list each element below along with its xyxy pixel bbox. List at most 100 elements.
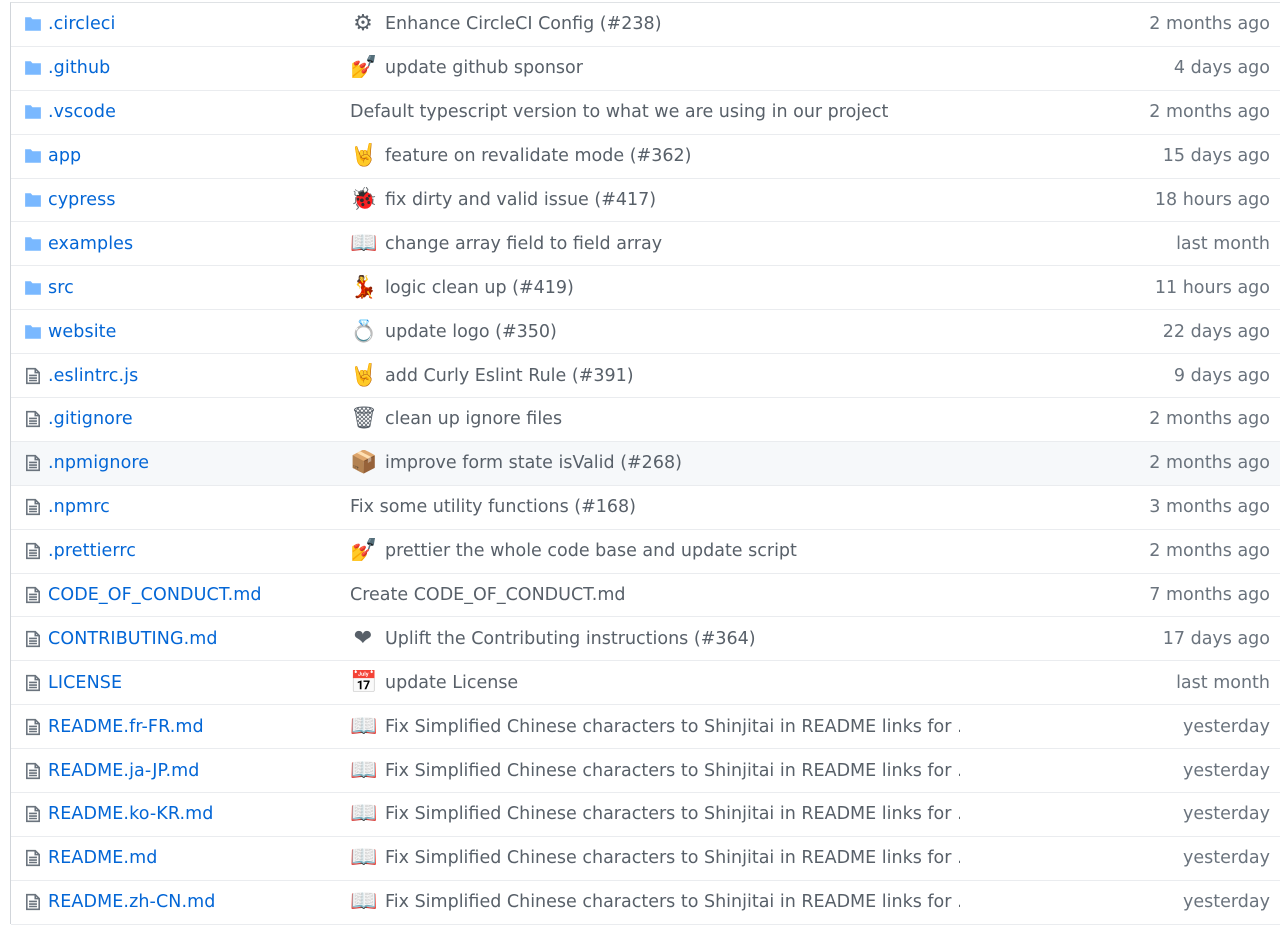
commit-message-text[interactable]: fix dirty and valid issue (#417) <box>385 190 656 210</box>
file-name-link[interactable]: .gitignore <box>48 409 133 429</box>
file-row[interactable]: README.md 📖 Fix Simplified Chinese charact… <box>11 837 1280 881</box>
commit-emoji-icon: 💅 <box>350 55 378 81</box>
file-row[interactable]: .github 💅 update github sponsor 4 days ago <box>11 47 1280 91</box>
commit-age: 2 months ago <box>1149 541 1270 562</box>
commit-message[interactable]: 📖 Fix Simplified Chinese characters to Sh… <box>350 758 960 784</box>
commit-message[interactable]: ❤ Uplift the Contributing instructions (#… <box>350 626 756 652</box>
commit-emoji-icon: 🤘 <box>350 143 378 169</box>
commit-message-text[interactable]: update github sponsor <box>385 58 583 78</box>
file-row[interactable]: README.zh-CN.md 📖 Fix Simplified Chinese c… <box>11 881 1280 925</box>
commit-message[interactable]: 📖 change array field to field array <box>350 231 662 257</box>
commit-message-text[interactable]: Create CODE_OF_CONDUCT.md <box>350 585 626 605</box>
commit-message-text[interactable]: improve form state isValid (#268) <box>385 453 682 473</box>
file-row[interactable]: .eslintrc.js 🤘 add Curly Eslint Rule (#391… <box>11 354 1280 399</box>
file-name-link[interactable]: .npmignore <box>48 453 149 473</box>
commit-message[interactable]: Fix some utility functions (#168) <box>350 497 636 517</box>
file-name-link[interactable]: .eslintrc.js <box>48 366 138 386</box>
commit-message-text[interactable]: Fix Simplified Chinese characters to Shi… <box>385 804 960 824</box>
file-name-link[interactable]: .prettierrc <box>48 541 136 561</box>
file-name-link[interactable]: README.fr-FR.md <box>48 717 204 737</box>
file-name-link[interactable]: .npmrc <box>48 497 110 517</box>
commit-message-text[interactable]: Uplift the Contributing instructions (#3… <box>385 629 756 649</box>
folder-icon <box>25 237 41 251</box>
commit-message[interactable]: ⚙ Enhance CircleCI Config (#238) <box>350 11 662 37</box>
file-row[interactable]: cypress 🐞 fix dirty and valid issue (#417)… <box>11 179 1280 223</box>
file-row[interactable]: CONTRIBUTING.md ❤ Uplift the Contributing … <box>11 617 1280 662</box>
file-row[interactable]: .circleci ⚙ Enhance CircleCI Config (#238)… <box>11 3 1280 47</box>
file-row[interactable]: README.ko-KR.md 📖 Fix Simplified Chinese c… <box>11 793 1280 837</box>
file-name-link[interactable]: CODE_OF_CONDUCT.md <box>48 585 262 605</box>
commit-message-text[interactable]: Fix Simplified Chinese characters to Shi… <box>385 848 960 868</box>
commit-message-text[interactable]: change array field to field array <box>385 234 662 254</box>
commit-message-text[interactable]: Enhance CircleCI Config (#238) <box>385 14 662 34</box>
file-row[interactable]: README.ja-JP.md 📖 Fix Simplified Chinese c… <box>11 749 1280 794</box>
file-icon <box>26 894 40 911</box>
commit-message[interactable]: 🗑 clean up ignore files <box>350 406 562 432</box>
commit-message-text[interactable]: Fix some utility functions (#168) <box>350 497 636 517</box>
file-row[interactable]: .prettierrc 💅 prettier the whole code base… <box>11 530 1280 574</box>
file-name-link[interactable]: .circleci <box>48 14 116 34</box>
commit-message-text[interactable]: add Curly Eslint Rule (#391) <box>385 366 634 386</box>
file-name-link[interactable]: examples <box>48 234 133 254</box>
commit-message[interactable]: 🤘 feature on revalidate mode (#362) <box>350 143 691 169</box>
commit-age: 2 months ago <box>1149 102 1270 123</box>
file-icon <box>26 411 40 428</box>
commit-message-text[interactable]: feature on revalidate mode (#362) <box>385 146 691 166</box>
file-name-link[interactable]: CONTRIBUTING.md <box>48 629 218 649</box>
commit-age: 17 days ago <box>1162 628 1270 649</box>
file-row[interactable]: LICENSE 📅 update License last month <box>11 661 1280 706</box>
commit-message-text[interactable]: Fix Simplified Chinese characters to Shi… <box>385 717 960 737</box>
file-name-link[interactable]: website <box>48 322 117 342</box>
file-name-link[interactable]: README.md <box>48 848 157 868</box>
commit-emoji-icon: ❤ <box>353 625 373 651</box>
file-name-link[interactable]: README.zh-CN.md <box>48 892 216 912</box>
file-row[interactable]: app 🤘 feature on revalidate mode (#362) 15 … <box>11 135 1280 179</box>
commit-age: yesterday <box>1183 760 1270 781</box>
file-name-link[interactable]: cypress <box>48 190 116 210</box>
commit-message-text[interactable]: Default typescript version to what we ar… <box>350 102 888 122</box>
commit-age: yesterday <box>1183 716 1270 737</box>
commit-message-text[interactable]: clean up ignore files <box>385 409 562 429</box>
file-name-link[interactable]: .vscode <box>48 102 116 122</box>
file-icon <box>26 674 40 691</box>
commit-message-text[interactable]: update logo (#350) <box>385 322 557 342</box>
file-row[interactable]: CODE_OF_CONDUCT.md Create CODE_OF_CONDUCT… <box>11 574 1280 618</box>
file-row[interactable]: .gitignore 🗑 clean up ignore files 2 months… <box>11 398 1280 442</box>
commit-message[interactable]: 🐞 fix dirty and valid issue (#417) <box>350 187 656 213</box>
file-row[interactable]: website 💍 update logo (#350) 22 days ago <box>11 310 1280 355</box>
commit-message-text[interactable]: Fix Simplified Chinese characters to Shi… <box>385 892 960 912</box>
commit-message-text[interactable]: Fix Simplified Chinese characters to Shi… <box>385 761 960 781</box>
commit-message[interactable]: 📅 update License <box>350 670 518 696</box>
file-row[interactable]: examples 📖 change array field to field arr… <box>11 222 1280 267</box>
file-name-link[interactable]: .github <box>48 58 110 78</box>
file-name-link[interactable]: src <box>48 278 74 298</box>
file-row[interactable]: .npmignore 📦 improve form state isValid (#… <box>11 441 1280 486</box>
commit-message[interactable]: 📖 Fix Simplified Chinese characters to Sh… <box>350 889 960 915</box>
file-row[interactable]: .vscode Default typescript version to wha… <box>11 91 1280 135</box>
commit-message[interactable]: 📖 Fix Simplified Chinese characters to Sh… <box>350 845 960 871</box>
commit-message-text[interactable]: prettier the whole code base and update … <box>385 541 797 561</box>
commit-message[interactable]: Default typescript version to what we ar… <box>350 102 888 122</box>
file-name-link[interactable]: app <box>48 146 81 166</box>
commit-message[interactable]: 💍 update logo (#350) <box>350 319 557 345</box>
file-row[interactable]: .npmrc Fix some utility functions (#168) 3… <box>11 486 1280 530</box>
commit-message[interactable]: 💅 update github sponsor <box>350 55 583 81</box>
file-name-link[interactable]: LICENSE <box>48 673 122 693</box>
commit-message-text[interactable]: update License <box>385 673 518 693</box>
commit-message[interactable]: 📦 improve form state isValid (#268) <box>350 450 682 476</box>
commit-message[interactable]: 📖 Fix Simplified Chinese characters to Sh… <box>350 801 960 827</box>
commit-age: 7 months ago <box>1149 585 1270 606</box>
commit-message[interactable]: Create CODE_OF_CONDUCT.md <box>350 585 626 605</box>
file-icon <box>26 806 40 823</box>
file-name-link[interactable]: README.ko-KR.md <box>48 804 213 824</box>
file-row[interactable]: src 💃 logic clean up (#419) 11 hours ago <box>11 266 1280 311</box>
file-row[interactable]: README.fr-FR.md 📖 Fix Simplified Chinese c… <box>11 705 1280 750</box>
commit-message[interactable]: 🤘 add Curly Eslint Rule (#391) <box>350 363 634 389</box>
commit-message[interactable]: 📖 Fix Simplified Chinese characters to Sh… <box>350 714 960 740</box>
commit-age: 3 months ago <box>1149 497 1270 518</box>
commit-message[interactable]: 💅 prettier the whole code base and update… <box>350 538 797 564</box>
file-name-link[interactable]: README.ja-JP.md <box>48 761 199 781</box>
commit-message-text[interactable]: logic clean up (#419) <box>385 278 574 298</box>
folder-icon <box>25 324 41 339</box>
commit-message[interactable]: 💃 logic clean up (#419) <box>350 275 574 301</box>
